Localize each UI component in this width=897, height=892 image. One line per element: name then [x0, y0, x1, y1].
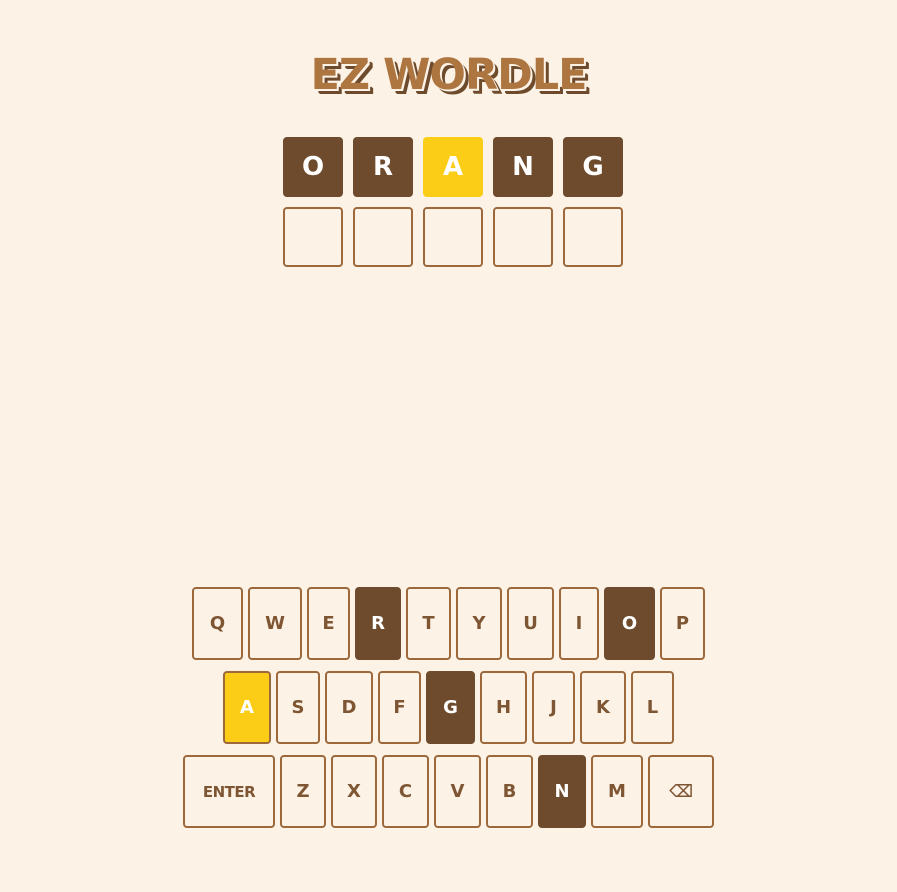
key-t[interactable]: T [406, 587, 451, 660]
key-l[interactable]: L [631, 671, 674, 744]
keyboard-row-1: Q W E R T Y U I O P [0, 587, 897, 660]
key-u[interactable]: U [507, 587, 554, 660]
key-g[interactable]: G [426, 671, 475, 744]
letter-tile [423, 207, 483, 267]
letter-tile [493, 207, 553, 267]
letter-tile: N [493, 137, 553, 197]
key-k[interactable]: K [580, 671, 626, 744]
key-j[interactable]: J [532, 671, 575, 744]
letter-tile [283, 207, 343, 267]
letter-tile [563, 207, 623, 267]
key-r[interactable]: R [355, 587, 401, 660]
letter-tile: O [283, 137, 343, 197]
key-i[interactable]: I [559, 587, 599, 660]
letter-tile: G [563, 137, 623, 197]
keyboard-row-2: A S D F G H J K L [0, 671, 897, 744]
guess-grid: O R A N G [283, 137, 623, 277]
keyboard-row-3: ENTER Z X C V B N M ⌫ [0, 755, 897, 828]
key-h[interactable]: H [480, 671, 527, 744]
letter-tile: R [353, 137, 413, 197]
key-z[interactable]: Z [280, 755, 326, 828]
guess-row-1: O R A N G [283, 137, 623, 197]
key-q[interactable]: Q [192, 587, 243, 660]
key-b[interactable]: B [486, 755, 533, 828]
key-n[interactable]: N [538, 755, 586, 828]
key-a[interactable]: A [223, 671, 271, 744]
key-y[interactable]: Y [456, 587, 502, 660]
letter-tile: A [423, 137, 483, 197]
key-x[interactable]: X [331, 755, 377, 828]
backspace-key[interactable]: ⌫ [648, 755, 714, 828]
key-o[interactable]: O [604, 587, 655, 660]
key-m[interactable]: M [591, 755, 643, 828]
key-s[interactable]: S [276, 671, 320, 744]
key-w[interactable]: W [248, 587, 302, 660]
guess-row-2 [283, 207, 623, 267]
key-c[interactable]: C [382, 755, 429, 828]
letter-tile [353, 207, 413, 267]
enter-key[interactable]: ENTER [183, 755, 275, 828]
game-title: EZ WORDLE [310, 50, 587, 100]
key-e[interactable]: E [307, 587, 350, 660]
key-v[interactable]: V [434, 755, 481, 828]
key-f[interactable]: F [378, 671, 421, 744]
key-p[interactable]: P [660, 587, 705, 660]
key-d[interactable]: D [325, 671, 373, 744]
